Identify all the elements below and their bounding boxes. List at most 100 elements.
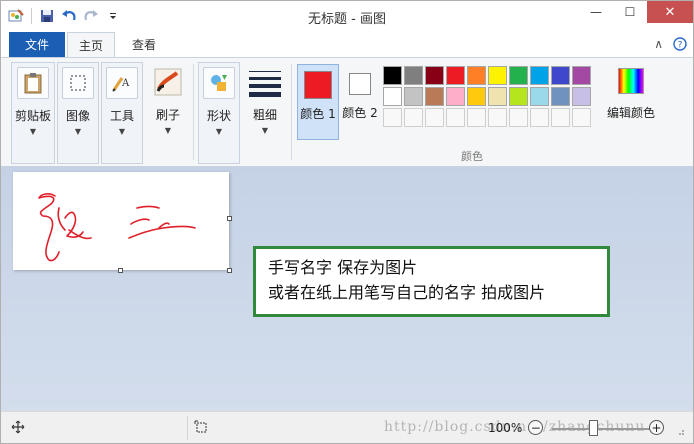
- palette-color-swatch[interactable]: [425, 108, 444, 127]
- svg-text:A: A: [121, 78, 130, 89]
- color1-label: 颜色 1: [300, 107, 336, 121]
- clipboard-group[interactable]: 剪贴板 ▼: [11, 62, 55, 164]
- palette-color-swatch[interactable]: [467, 87, 486, 106]
- resize-handle-corner[interactable]: [227, 268, 232, 273]
- maximize-button[interactable]: ☐: [613, 1, 647, 23]
- color2-selector[interactable]: 颜色 2: [339, 64, 381, 140]
- palette-color-swatch[interactable]: [572, 87, 591, 106]
- status-bar: http://blog.csdn.net/zhangchunu 100% − +: [1, 411, 693, 443]
- ribbon-tabs: 文件 主页 查看 ∧ ?: [1, 31, 693, 58]
- color1-selector[interactable]: 颜色 1: [297, 64, 339, 140]
- tab-file[interactable]: 文件: [9, 32, 65, 57]
- note-line-1: 手写名字 保存为图片: [268, 258, 418, 277]
- palette-color-swatch[interactable]: [467, 108, 486, 127]
- palette-color-swatch[interactable]: [509, 66, 528, 85]
- tools-label: 工具: [109, 109, 134, 123]
- clipboard-icon: [17, 67, 49, 99]
- help-icon[interactable]: ?: [673, 37, 687, 54]
- color2-swatch: [349, 73, 371, 95]
- zoom-controls: 100% −: [488, 420, 544, 435]
- paint-window: 无标题 - 画图 — ☐ ✕ 文件 主页 查看 ∧ ? 剪贴板 ▼ 图像 ▼ A…: [0, 0, 694, 444]
- edit-colors-label: 编辑颜色: [606, 106, 655, 120]
- palette-color-swatch[interactable]: [383, 108, 402, 127]
- resize-handle-bottom[interactable]: [118, 268, 123, 273]
- palette-color-swatch[interactable]: [446, 108, 465, 127]
- tab-home[interactable]: 主页: [67, 32, 115, 58]
- resize-grip-icon[interactable]: [675, 426, 685, 436]
- minimize-button[interactable]: —: [579, 1, 613, 23]
- palette-color-swatch[interactable]: [446, 87, 465, 106]
- palette-color-swatch[interactable]: [425, 87, 444, 106]
- color-palette: [382, 65, 592, 128]
- chevron-down-icon: ▼: [261, 126, 269, 135]
- close-button[interactable]: ✕: [647, 1, 693, 23]
- zoom-out-button[interactable]: −: [528, 420, 544, 435]
- palette-color-swatch[interactable]: [530, 66, 549, 85]
- color1-swatch: [304, 71, 332, 99]
- palette-color-swatch[interactable]: [572, 66, 591, 85]
- shapes-group[interactable]: 形状 ▼: [198, 62, 240, 164]
- zoom-slider[interactable]: [552, 428, 652, 430]
- brushes-label: 刷子: [155, 108, 180, 122]
- tools-group[interactable]: A 工具 ▼: [101, 62, 143, 164]
- edit-colors-button[interactable]: 编辑颜色: [603, 64, 659, 121]
- cursor-position-icon: [11, 420, 25, 434]
- colors-group-caption: 颜色: [461, 150, 483, 163]
- brushes-group[interactable]: 刷子 ▼: [147, 62, 189, 164]
- palette-color-swatch[interactable]: [425, 66, 444, 85]
- size-group[interactable]: 粗细 ▼: [244, 62, 286, 164]
- status-divider: [187, 416, 188, 440]
- palette-color-swatch[interactable]: [404, 108, 423, 127]
- signature-drawing: [38, 193, 196, 262]
- palette-color-swatch[interactable]: [530, 108, 549, 127]
- zoom-slider-thumb[interactable]: [589, 420, 598, 436]
- palette-color-swatch[interactable]: [467, 66, 486, 85]
- color-spectrum-icon: [618, 68, 644, 94]
- chevron-down-icon: ▼: [164, 126, 172, 135]
- annotation-note: 手写名字 保存为图片 或者在纸上用笔写自己的名字 拍成图片: [253, 246, 610, 317]
- tools-icon: A: [106, 67, 138, 99]
- window-controls: — ☐ ✕: [579, 1, 693, 23]
- image-group[interactable]: 图像 ▼: [57, 62, 99, 164]
- zoom-level: 100%: [488, 420, 523, 435]
- palette-color-swatch[interactable]: [404, 66, 423, 85]
- image-label: 图像: [65, 109, 90, 123]
- line-size-icon: [249, 66, 281, 98]
- palette-color-swatch[interactable]: [530, 87, 549, 106]
- shapes-label: 形状: [206, 109, 231, 123]
- svg-text:?: ?: [678, 41, 683, 51]
- palette-color-swatch[interactable]: [551, 87, 570, 106]
- palette-color-swatch[interactable]: [572, 108, 591, 127]
- palette-color-swatch[interactable]: [509, 108, 528, 127]
- selection-size-icon: [194, 420, 208, 434]
- note-line-2: 或者在纸上用笔写自己的名字 拍成图片: [268, 283, 546, 302]
- clipboard-label: 剪贴板: [14, 109, 51, 123]
- drawing-canvas[interactable]: [13, 172, 232, 273]
- collapse-ribbon-icon[interactable]: ∧: [654, 37, 663, 54]
- select-icon: [62, 67, 94, 99]
- palette-color-swatch[interactable]: [551, 66, 570, 85]
- chevron-down-icon: ▼: [215, 127, 223, 136]
- palette-color-swatch[interactable]: [488, 66, 507, 85]
- palette-color-swatch[interactable]: [404, 87, 423, 106]
- chevron-down-icon: ▼: [118, 127, 126, 136]
- size-label: 粗细: [252, 108, 277, 122]
- palette-color-swatch[interactable]: [383, 87, 402, 106]
- zoom-in-button[interactable]: +: [649, 420, 664, 435]
- ribbon-right-controls: ∧ ?: [654, 37, 687, 54]
- palette-color-swatch[interactable]: [383, 66, 402, 85]
- palette-color-swatch[interactable]: [509, 87, 528, 106]
- palette-color-swatch[interactable]: [488, 108, 507, 127]
- shapes-icon: [203, 67, 235, 99]
- resize-handle-right[interactable]: [227, 216, 232, 221]
- brush-icon: [152, 66, 184, 98]
- ribbon-separator: [193, 64, 194, 160]
- tab-view[interactable]: 查看: [119, 32, 169, 57]
- ribbon-home: 剪贴板 ▼ 图像 ▼ A 工具 ▼ 刷子 ▼ 形状 ▼ 粗细 ▼ 颜色 1 颜色…: [1, 57, 693, 167]
- canvas-workspace: 手写名字 保存为图片 或者在纸上用笔写自己的名字 拍成图片: [1, 167, 693, 411]
- palette-color-swatch[interactable]: [446, 66, 465, 85]
- palette-color-swatch[interactable]: [551, 108, 570, 127]
- palette-color-swatch[interactable]: [488, 87, 507, 106]
- chevron-down-icon: ▼: [29, 127, 37, 136]
- color2-label: 颜色 2: [342, 106, 378, 120]
